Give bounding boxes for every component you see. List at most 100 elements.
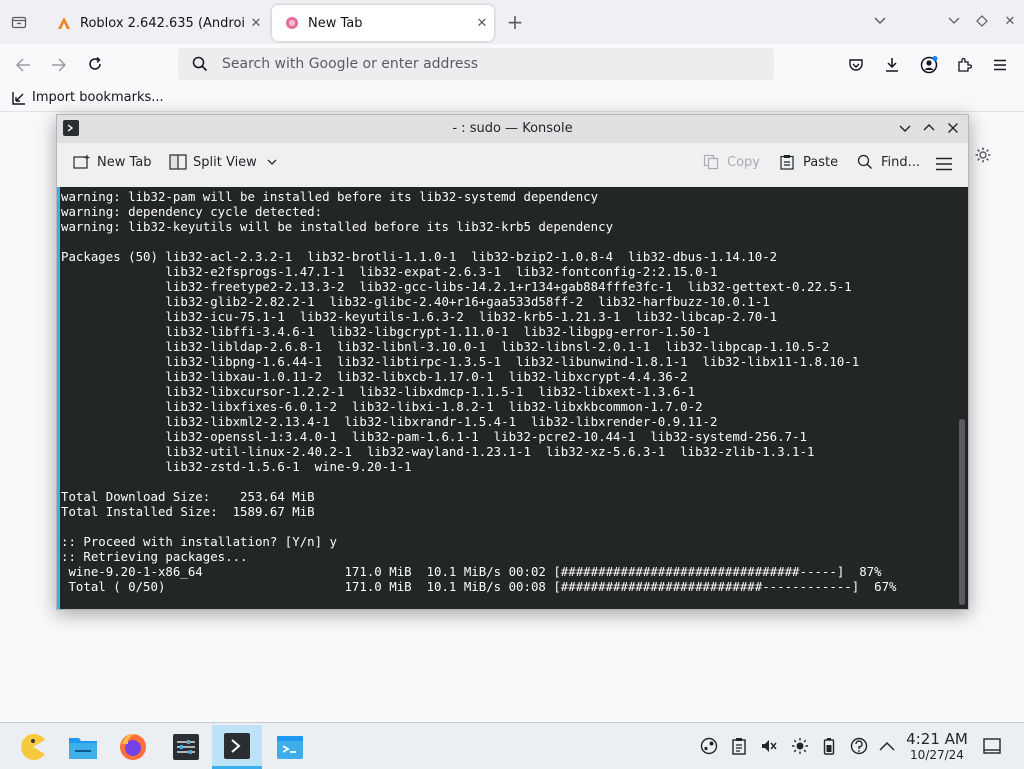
terminal-line: :: Retrieving packages... xyxy=(61,549,248,564)
network-icon[interactable] xyxy=(850,737,868,755)
split-view-button[interactable]: Split View xyxy=(169,154,277,170)
terminal-scrollbar[interactable] xyxy=(959,419,965,605)
split-view-label: Split View xyxy=(193,154,257,170)
downloads-icon[interactable] xyxy=(882,55,902,75)
taskbar: 4:21 AM 10/27/24 xyxy=(0,722,1024,769)
search-icon xyxy=(857,154,873,170)
konsole-taskbar-icon[interactable] xyxy=(212,725,262,769)
import-icon xyxy=(12,91,26,105)
find-label: Find... xyxy=(881,154,921,170)
copy-icon xyxy=(703,154,719,170)
copy-label: Copy xyxy=(727,154,760,170)
new-tab-button[interactable]: New Tab xyxy=(73,154,152,170)
clipboard-icon[interactable] xyxy=(730,737,748,755)
paste-icon xyxy=(779,154,795,170)
find-button[interactable]: Find... xyxy=(857,154,920,170)
new-tab-label: New Tab xyxy=(97,154,152,170)
close-tab-icon[interactable]: ✕ xyxy=(244,16,268,31)
terminal-line: lib32-e2fsprogs-1.47.1-1 lib32-expat-2.6… xyxy=(61,264,718,279)
konsole-toolbar: New Tab Split View Copy Paste Find... xyxy=(57,143,968,188)
apkmirror-favicon-icon xyxy=(56,15,72,31)
clock[interactable]: 4:21 AM 10/27/24 xyxy=(902,730,972,763)
tab-title: Roblox 2.642.635 (Android xyxy=(80,15,244,31)
terminal-line: lib32-libxcursor-1.2.2-1 lib32-libxdmcp-… xyxy=(61,384,696,399)
close-window-icon[interactable]: ✕ xyxy=(1002,13,1018,29)
terminal-view[interactable]: warning: lib32-pam will be installed bef… xyxy=(57,187,968,609)
terminal-line: lib32-libxml2-2.13.4-1 lib32-libxrandr-1… xyxy=(61,414,718,429)
tab-title: New Tab xyxy=(308,15,363,31)
search-icon xyxy=(192,56,208,72)
maximize-icon[interactable] xyxy=(923,122,935,138)
terminal-line: lib32-libldap-2.6.8-1 lib32-libnl-3.10.0… xyxy=(61,339,830,354)
hamburger-menu-icon[interactable] xyxy=(990,55,1010,75)
import-bookmarks-label: Import bookmarks... xyxy=(32,90,164,105)
url-bar[interactable]: Search with Google or enter address xyxy=(178,48,774,80)
reload-icon[interactable] xyxy=(86,55,104,73)
file-manager-icon[interactable] xyxy=(58,725,108,769)
pocket-icon[interactable] xyxy=(846,55,866,75)
import-bookmarks-button[interactable]: Import bookmarks... xyxy=(12,90,164,105)
tab-roblox[interactable]: Roblox 2.642.635 (Android ✕ xyxy=(44,5,268,41)
terminal-line: Total Installed Size: 1589.67 MiB xyxy=(61,504,315,519)
terminal-line: warning: lib32-keyutils will be installe… xyxy=(61,219,614,234)
terminal-line: lib32-libffi-3.4.6-1 lib32-libgcrypt-1.1… xyxy=(61,324,711,339)
minimize-window-icon[interactable] xyxy=(946,13,962,29)
terminal-line: wine-9.20-1-x86_64 171.0 MiB 10.1 MiB/s … xyxy=(61,564,882,579)
forward-icon[interactable] xyxy=(50,56,68,74)
terminal-line: lib32-util-linux-2.40.2-1 lib32-wayland-… xyxy=(61,444,815,459)
volume-muted-icon[interactable] xyxy=(760,737,778,755)
new-tab-plus-icon[interactable]: + xyxy=(505,10,525,34)
firefox-icon[interactable] xyxy=(108,725,158,769)
minimize-icon[interactable] xyxy=(899,122,911,138)
clock-time: 4:21 AM xyxy=(906,730,968,748)
terminal-line: warning: dependency cycle detected: xyxy=(61,204,323,219)
terminal-line: lib32-icu-75.1-1 lib32-keyutils-1.6.3-2 … xyxy=(61,309,778,324)
terminal-line: warning: lib32-pam will be installed bef… xyxy=(61,189,599,204)
steam-icon[interactable] xyxy=(700,737,718,755)
system-settings-icon[interactable] xyxy=(161,725,211,769)
terminal-line: lib32-libxau-1.0.11-2 lib32-libxcb-1.17.… xyxy=(61,369,688,384)
terminal-line: lib32-openssl-1:3.4.0-1 lib32-pam-1.6.1-… xyxy=(61,429,807,444)
maximize-window-icon[interactable] xyxy=(974,13,990,29)
close-tab-icon[interactable]: ✕ xyxy=(470,16,494,31)
split-view-icon xyxy=(169,154,187,170)
terminal-line: Packages (50) lib32-acl-2.3.2-1 lib32-br… xyxy=(61,249,778,264)
terminal-line: Total ( 0/50) 171.0 MiB 10.1 MiB/s 00:08… xyxy=(61,579,897,594)
terminal-line: lib32-libxfixes-6.0.1-2 lib32-libxi-1.8.… xyxy=(61,399,703,414)
tab-list-icon[interactable] xyxy=(10,13,28,31)
browser-tab-bar: Roblox 2.642.635 (Android ✕ New Tab ✕ + … xyxy=(0,0,1024,44)
paste-button[interactable]: Paste xyxy=(779,154,838,170)
terminal-line: lib32-glib2-2.82.2-1 lib32-glibc-2.40+r1… xyxy=(61,294,770,309)
terminal-line: lib32-freetype2-2.13.3-2 lib32-gcc-libs-… xyxy=(61,279,852,294)
clock-date: 10/27/24 xyxy=(910,748,964,762)
show-desktop-icon[interactable] xyxy=(983,737,1001,755)
terminal-output: warning: lib32-pam will be installed bef… xyxy=(60,187,968,594)
application-launcher-icon[interactable] xyxy=(8,725,58,769)
konsole-titlebar[interactable]: - : sudo — Konsole xyxy=(57,115,968,143)
paste-label: Paste xyxy=(803,154,839,170)
terminal-line: :: Proceed with installation? [Y/n] y xyxy=(61,534,338,549)
konsole-window-title: - : sudo — Konsole xyxy=(452,121,573,136)
back-icon[interactable] xyxy=(14,56,32,74)
discover-terminal-icon[interactable] xyxy=(265,725,315,769)
terminal-line: lib32-libpng-1.6.44-1 lib32-libtirpc-1.3… xyxy=(61,354,860,369)
battery-icon[interactable] xyxy=(820,737,838,755)
hamburger-menu-icon[interactable] xyxy=(935,157,953,171)
show-hidden-icons-chevron-icon[interactable] xyxy=(878,737,896,755)
extensions-icon[interactable] xyxy=(954,55,974,75)
list-all-tabs-chevron-icon[interactable] xyxy=(872,13,888,29)
account-icon[interactable] xyxy=(918,54,940,76)
terminal-line: lib32-zstd-1.5.6-1 wine-9.20-1-1 xyxy=(61,459,412,474)
terminal-line: Total Download Size: 253.64 MiB xyxy=(61,489,315,504)
konsole-window: - : sudo — Konsole New Tab Split View Co… xyxy=(56,114,969,610)
tab-new-tab[interactable]: New Tab ✕ xyxy=(272,5,494,41)
brightness-icon[interactable] xyxy=(791,737,809,755)
settings-gear-icon[interactable] xyxy=(974,146,992,164)
close-icon[interactable] xyxy=(947,122,959,138)
new-tab-icon xyxy=(73,154,91,170)
firefox-favicon-icon xyxy=(284,15,300,31)
copy-button[interactable]: Copy xyxy=(703,154,760,170)
